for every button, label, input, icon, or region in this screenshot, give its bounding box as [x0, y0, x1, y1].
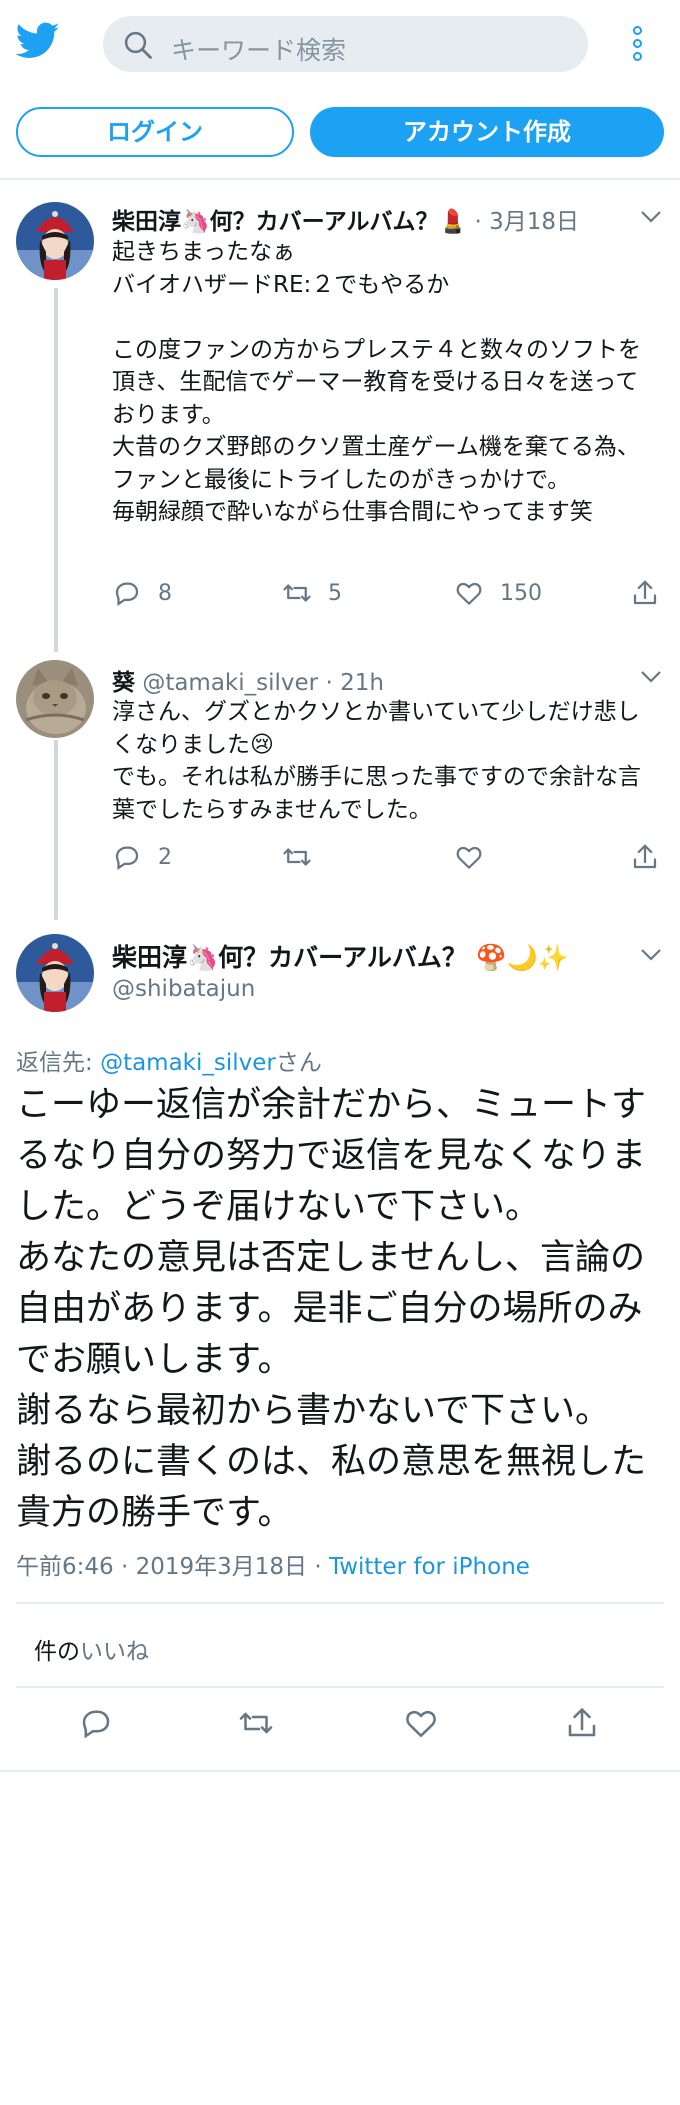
share-button[interactable]: [630, 578, 660, 608]
tweet-header: 葵 @tamaki_silver · 21h: [112, 670, 384, 696]
author-name[interactable]: 柴田淳🦄何？カバーアルバム？ 🍄🌙✨: [112, 938, 569, 974]
likes-row[interactable]: 件のいいね: [34, 1632, 149, 1666]
reply-to-line: 返信先: @tamaki_silverさん: [16, 1043, 322, 1077]
retweet-icon: [283, 848, 311, 866]
author-name[interactable]: 柴田淳🦄何？カバーアルバム？💄: [112, 209, 467, 235]
thread-connector: [54, 740, 58, 920]
author-handle[interactable]: @tamaki_silver: [142, 670, 318, 696]
login-button[interactable]: ログイン: [16, 107, 294, 157]
reply-icon[interactable]: [78, 1705, 114, 1741]
share-icon: [633, 580, 657, 605]
tweet-page: キーワード検索 ログイン アカウント作成 柴田淳🦄何？カバーアルバム？💄 · 3…: [0, 0, 680, 2105]
reply-handle-link[interactable]: @tamaki_silver: [100, 1050, 276, 1076]
share-button[interactable]: [630, 842, 660, 872]
like-icon: [456, 582, 482, 605]
reply-icon: [115, 582, 139, 606]
tweet-actions: 8 5 150: [112, 578, 668, 614]
reply-count: 2: [158, 844, 172, 870]
reply-icon: [115, 846, 139, 870]
like-button[interactable]: [454, 842, 484, 872]
divider: [0, 1770, 680, 1772]
like-icon: [456, 846, 482, 869]
tweet-header: 柴田淳🦄何？カバーアルバム？💄 · 3月18日: [112, 209, 579, 235]
tweet-date[interactable]: 21h: [340, 670, 384, 696]
avatar[interactable]: [16, 660, 94, 738]
like-count: 150: [500, 580, 542, 606]
twitter-bird-icon[interactable]: [16, 22, 60, 60]
divider: [16, 1602, 664, 1604]
retweet-button[interactable]: 5: [282, 578, 342, 608]
main-tweet-actions: [0, 1705, 680, 1755]
more-icon[interactable]: [630, 26, 644, 64]
author-name[interactable]: 葵: [112, 670, 135, 696]
reply-button[interactable]: 2: [112, 842, 172, 872]
reply-count: 8: [158, 580, 172, 606]
tweet-date[interactable]: 3月18日: [489, 209, 579, 235]
thread-connector: [54, 288, 58, 652]
search-placeholder: キーワード検索: [171, 36, 347, 65]
main-tweet-text: こーゆー返信が余計だから、ミュートするなり自分の努力で返信を見なくなりました。ど…: [16, 1085, 647, 1533]
like-button[interactable]: 150: [454, 578, 542, 608]
reply-suffix: さん: [275, 1050, 322, 1076]
tweet-source-link[interactable]: Twitter for iPhone: [329, 1554, 530, 1580]
signup-button[interactable]: アカウント作成: [310, 107, 664, 157]
divider: [16, 1686, 664, 1688]
retweet-icon[interactable]: [238, 1705, 274, 1741]
top-header: キーワード検索 ログイン アカウント作成: [0, 0, 680, 180]
likes-label: いいね: [80, 1639, 149, 1665]
share-icon[interactable]: [564, 1705, 600, 1741]
search-icon: [124, 31, 152, 59]
chevron-down-icon[interactable]: [640, 210, 662, 224]
tweet-text: 起きちまったなぁ バイオハザードRE:２でもやるか この度ファンの方からプレステ…: [112, 239, 641, 525]
tweet-text: 淳さん、グズとかクソとか書いていて少しだけ悲しくなりました😢 でも。それは私が勝…: [112, 699, 641, 823]
author-handle[interactable]: @shibatajun: [112, 976, 255, 1002]
chevron-down-icon[interactable]: [640, 948, 662, 962]
reply-prefix: 返信先:: [16, 1050, 101, 1076]
avatar[interactable]: [16, 934, 94, 1012]
tweet-actions: 2: [112, 842, 668, 878]
avatar[interactable]: [16, 202, 94, 280]
search-bar[interactable]: キーワード検索: [103, 16, 588, 72]
retweet-count: 5: [328, 580, 342, 606]
tweet-meta: 午前6:46 · 2019年3月18日 · Twitter for iPhone: [16, 1547, 530, 1581]
tweet-timestamp[interactable]: 午前6:46 · 2019年3月18日 ·: [16, 1554, 329, 1580]
chevron-down-icon[interactable]: [640, 670, 662, 684]
like-icon[interactable]: [403, 1705, 439, 1741]
reply-button[interactable]: 8: [112, 578, 172, 608]
share-icon: [633, 844, 657, 869]
retweet-button[interactable]: [282, 842, 312, 872]
retweet-icon: [283, 584, 311, 602]
likes-prefix: 件の: [34, 1639, 80, 1665]
